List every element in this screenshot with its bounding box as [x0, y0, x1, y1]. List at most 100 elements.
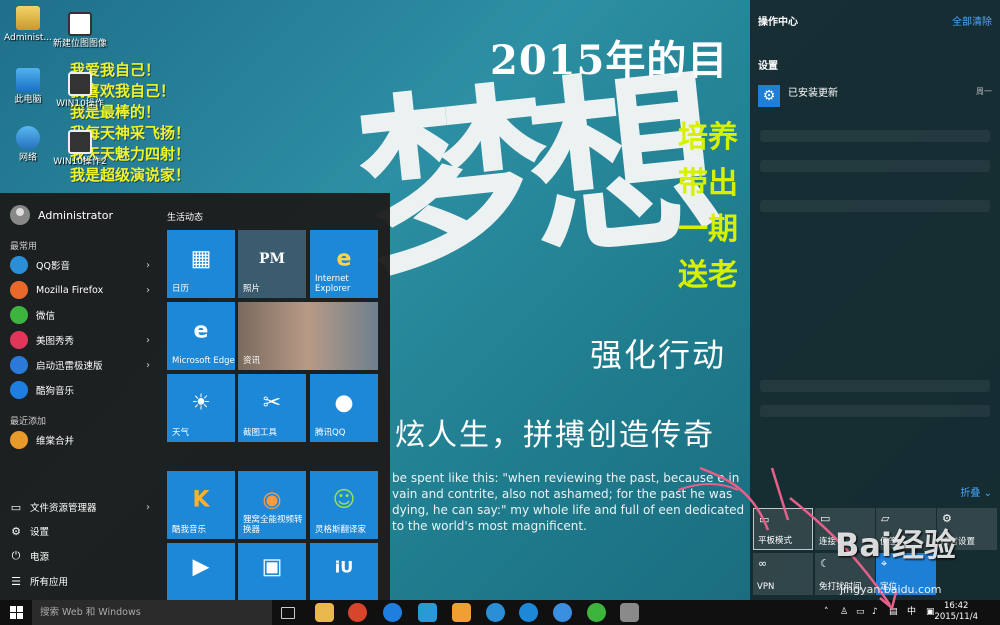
desktop-icon-win10-doc[interactable]: WIN10操作: [52, 72, 108, 110]
tile-calendar[interactable]: ▦ 日历: [167, 230, 235, 298]
blurred-content: [760, 160, 990, 172]
ime-icon[interactable]: ▣: [926, 600, 935, 625]
taskbar-search-input[interactable]: 搜索 Web 和 Windows: [32, 600, 272, 625]
tile-news[interactable]: 资讯: [238, 302, 378, 370]
app-item-xunlei[interactable]: 启动迅雷极速版 ›: [10, 354, 150, 376]
tile-photos[interactable]: PM 照片: [238, 230, 306, 298]
wallpaper-motto: 炫人生，拼搏创造传奇: [395, 418, 715, 453]
computer-icon: [16, 68, 40, 92]
collapse-button[interactable]: 折叠 ⌄: [960, 484, 992, 499]
taskbar-clock[interactable]: 16:42 2015/11/4: [934, 601, 978, 623]
chevron-right-icon[interactable]: ›: [146, 360, 150, 371]
action-center-title: 操作中心: [758, 17, 798, 28]
file-explorer-icon[interactable]: [315, 603, 334, 622]
all-apps-button[interactable]: ☰ 所有应用: [10, 571, 150, 591]
taskbar: 搜索 Web 和 Windows ˄ ♙ ▭ ♪ ▤ 中 ▣ 16:42 201…: [0, 600, 1000, 625]
notification-item[interactable]: ⚙ 已安装更新 周一: [750, 78, 1000, 112]
clear-all-button[interactable]: 全部清除: [952, 13, 992, 28]
blurred-content: [760, 200, 990, 212]
xunlei-icon: [10, 356, 28, 374]
clock-date: 2015/11/4: [934, 612, 978, 622]
volume-icon[interactable]: ♪: [872, 600, 878, 625]
file-icon: [68, 130, 92, 154]
calendar-icon: ▦: [190, 246, 212, 272]
tray-chevron-up-icon[interactable]: ˄: [824, 600, 829, 625]
power-button[interactable]: ⏻ 电源: [10, 546, 150, 566]
start-menu-app-list: Administrator 最常用 QQ影音 › Mozilla Firefox…: [0, 193, 158, 600]
quick-action-tablet-mode[interactable]: ▭ 平板模式: [753, 508, 813, 550]
tile-iu-app[interactable]: iU: [310, 543, 378, 600]
tile-video-converter[interactable]: ◉ 狸窝全能视频转换器: [238, 471, 306, 539]
converter-icon: ◉: [262, 487, 282, 513]
chevron-right-icon[interactable]: ›: [146, 260, 150, 271]
tray-user-icon[interactable]: ♙: [840, 600, 848, 625]
start-user-account[interactable]: Administrator: [10, 205, 113, 225]
settings-group-label: 设置: [758, 61, 778, 72]
avatar: [10, 205, 30, 225]
user-name: Administrator: [38, 208, 113, 222]
tile-tencent-qq[interactable]: ● 腾讯QQ: [310, 374, 378, 442]
most-used-label: 最常用: [10, 242, 38, 252]
kuwo-icon: K: [192, 487, 210, 513]
clock-time: 16:42: [943, 601, 969, 611]
internet-explorer-icon[interactable]: [519, 603, 538, 622]
chevron-right-icon[interactable]: ›: [146, 285, 150, 296]
desktop-icon-this-pc[interactable]: 此电脑: [0, 68, 56, 106]
tile-snipping-tool[interactable]: ✂ 截图工具: [238, 374, 306, 442]
quick-action-vpn[interactable]: ∞ VPN: [753, 553, 813, 595]
firefox-icon: [10, 281, 28, 299]
power-icon: ⏻: [11, 549, 21, 562]
iu-icon: iU: [334, 557, 354, 577]
action-center: 操作中心 全部清除 设置 ⚙ 已安装更新 周一 折叠 ⌄ ▭ 平板模式 ▭ 连接…: [750, 0, 1000, 600]
app-item-meitu[interactable]: 美图秀秀 ›: [10, 329, 150, 351]
tile-kuwo-music[interactable]: K 酷我音乐: [167, 471, 235, 539]
tile-photo-app[interactable]: ▣: [238, 543, 306, 600]
qq-player-icon[interactable]: [486, 603, 505, 622]
desktop-icon-new-bitmap[interactable]: 新建位图图像: [52, 12, 108, 50]
bird-app-icon[interactable]: [418, 603, 437, 622]
media-player-icon[interactable]: [553, 603, 572, 622]
chevron-right-icon[interactable]: ›: [146, 502, 150, 513]
settings-button[interactable]: ⚙ 设置: [10, 521, 150, 541]
gear-icon: ⚙: [11, 524, 21, 538]
network-icon[interactable]: ▭: [856, 600, 865, 625]
tile-lingoes[interactable]: ☺ 灵格斯翻译家: [310, 471, 378, 539]
desktop-icon-administrator[interactable]: Administ...: [0, 6, 56, 44]
app-icon-taskbar[interactable]: [348, 603, 367, 622]
scissors-icon: ✂: [262, 390, 282, 416]
app-item-kugou[interactable]: 酷狗音乐: [10, 379, 150, 401]
start-menu-tiles: 生活动态 ▦ 日历 PM 照片 e Internet Explorer e Mi…: [158, 193, 390, 600]
app-item-weitang[interactable]: 维棠合并: [10, 429, 150, 451]
desktop-icon-win10-doc2[interactable]: WIN10操作2: [52, 130, 108, 168]
chevron-right-icon[interactable]: ›: [146, 335, 150, 346]
tile-media-player[interactable]: ▶: [167, 543, 235, 600]
app-item-wechat[interactable]: 微信: [10, 304, 150, 326]
task-view-icon[interactable]: [281, 607, 295, 619]
start-button[interactable]: [0, 600, 32, 625]
kugou-icon: [10, 381, 28, 399]
desktop-icon-network[interactable]: 网络: [0, 126, 56, 164]
tile-weather[interactable]: ☀ 天气: [167, 374, 235, 442]
input-language[interactable]: 中: [907, 600, 916, 625]
kugou-icon[interactable]: [383, 603, 402, 622]
wechat-icon: [10, 306, 28, 324]
wallpaper-dream-text: 梦想: [349, 45, 711, 304]
windows-logo-icon: [10, 606, 16, 612]
image-icon: ▣: [261, 554, 283, 580]
blurred-content: [760, 380, 990, 392]
paint-app-icon[interactable]: [620, 603, 639, 622]
tile-microsoft-edge[interactable]: e Microsoft Edge: [167, 302, 235, 370]
network-icon: [16, 126, 40, 150]
app-item-firefox[interactable]: Mozilla Firefox ›: [10, 279, 150, 301]
internet-explorer-icon: e: [336, 246, 352, 272]
recently-added-label: 最近添加: [10, 417, 47, 427]
tile-internet-explorer[interactable]: e Internet Explorer: [310, 230, 378, 298]
wallpaper-strong-text: 强化行动: [590, 336, 727, 374]
action-center-icon[interactable]: ▤: [889, 600, 898, 625]
wechat-icon[interactable]: [587, 603, 606, 622]
bitmap-icon: [68, 12, 92, 36]
app-item-qq-player[interactable]: QQ影音 ›: [10, 254, 150, 276]
app-icon-taskbar[interactable]: [452, 603, 471, 622]
wallpaper-quote: be spent like this: "when reviewing the …: [392, 471, 745, 533]
file-explorer-button[interactable]: ▭ 文件资源管理器 ›: [10, 497, 150, 517]
